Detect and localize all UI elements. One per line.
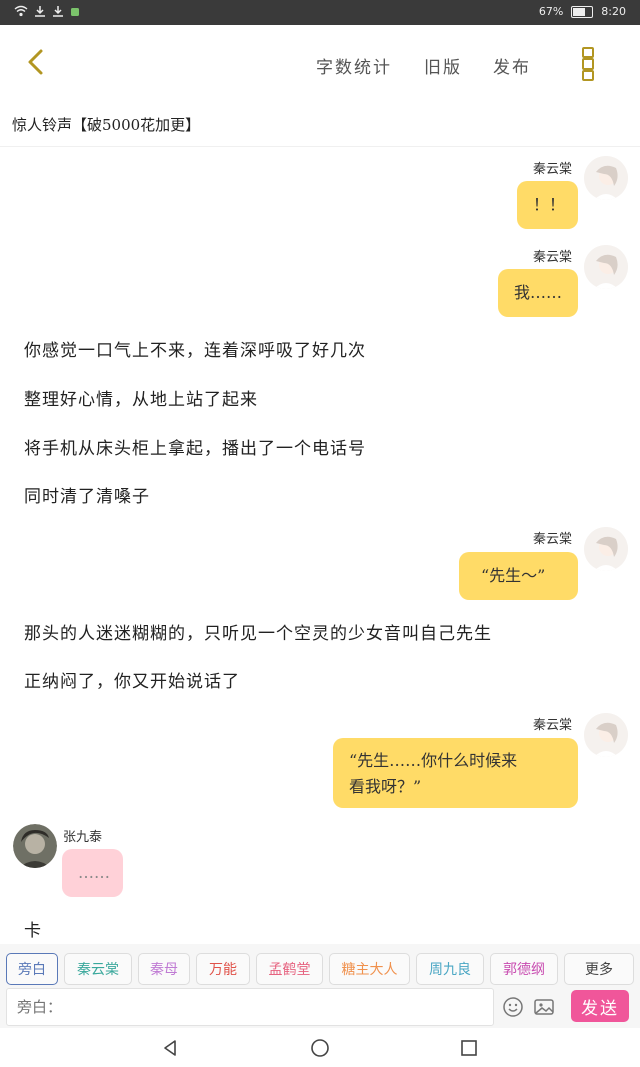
role-button[interactable]: 孟鹤堂 xyxy=(256,953,323,985)
narration-text: 整理好心情，从地上站了起来 xyxy=(24,390,258,410)
image-icon xyxy=(534,999,554,1015)
role-selector-bar: 旁白 秦云棠 秦母 万能 孟鹤堂 糖主大人 周九良 郭德纲 更多 xyxy=(0,944,640,988)
nav-home-button[interactable] xyxy=(310,1038,330,1058)
avatar[interactable] xyxy=(13,824,57,868)
role-label: 更多 xyxy=(585,962,613,978)
narration-text: 那头的人迷迷糊糊的，只听见一个空灵的少女音叫自己先生 xyxy=(24,624,492,644)
send-button[interactable]: 发送 xyxy=(571,990,629,1022)
square-recents-icon xyxy=(461,1040,477,1056)
role-label: 秦母 xyxy=(150,962,178,978)
divider xyxy=(0,146,640,147)
role-label: 周九良 xyxy=(429,962,471,978)
message-bubble[interactable]: 我…… xyxy=(498,269,578,317)
nav-back-button[interactable] xyxy=(160,1038,180,1058)
message-bubble[interactable]: “先生……你什么时候来 看我呀？” xyxy=(333,738,578,808)
message-bubble[interactable]: …… xyxy=(62,849,123,897)
more-icon-dot xyxy=(582,69,594,81)
role-label: 孟鹤堂 xyxy=(268,962,311,978)
narration-text: 同时清了清嗓子 xyxy=(24,487,150,507)
message-bubble[interactable]: ！！ xyxy=(517,181,578,229)
message-line: 看我呀？” xyxy=(349,777,422,796)
chevron-left-icon xyxy=(28,49,43,75)
speaker-name: 秦云棠 xyxy=(533,532,573,547)
clock: 8:20 xyxy=(601,5,626,18)
battery-percent: 67% xyxy=(538,5,564,18)
image-button[interactable] xyxy=(533,996,555,1018)
speaker-name: 秦云棠 xyxy=(533,718,573,733)
avatar[interactable] xyxy=(584,156,628,200)
publish-button[interactable]: 发布 xyxy=(493,53,531,78)
more-icon-dot xyxy=(582,58,594,70)
download-icon xyxy=(34,5,46,20)
role-button[interactable]: 糖主大人 xyxy=(329,953,410,985)
triangle-back-icon xyxy=(164,1040,176,1056)
more-roles-button[interactable]: 更多 xyxy=(564,953,634,985)
word-count-button[interactable]: 字数统计 xyxy=(316,53,392,78)
narration-text: 将手机从床头柜上拿起，播出了一个电话号 xyxy=(24,439,366,459)
wifi-icon xyxy=(14,5,28,20)
status-bar: 67% 8:20 xyxy=(0,0,640,25)
role-button[interactable]: 周九良 xyxy=(416,953,484,985)
emoji-icon xyxy=(503,997,523,1017)
system-nav-bar xyxy=(0,1028,640,1067)
message-bubble[interactable]: “先生～” xyxy=(459,552,578,600)
role-label: 万能 xyxy=(209,962,237,978)
message-line: “先生……你什么时候来 xyxy=(349,751,518,770)
role-label: 秦云棠 xyxy=(77,962,119,978)
circle-home-icon xyxy=(311,1039,329,1057)
top-bar: 字数统计 旧版 发布 xyxy=(0,25,640,101)
speaker-name: 秦云棠 xyxy=(533,162,573,177)
send-label: 发送 xyxy=(581,998,619,1019)
role-button[interactable]: 万能 xyxy=(196,953,250,985)
chapter-title: 惊人铃声【破5000花加更】 xyxy=(12,116,201,134)
avatar[interactable] xyxy=(584,527,628,571)
app-notification-icon xyxy=(70,5,80,20)
battery-icon xyxy=(571,5,594,18)
role-label: 糖主大人 xyxy=(341,962,398,978)
nav-recents-button[interactable] xyxy=(459,1038,479,1058)
avatar[interactable] xyxy=(584,713,628,757)
message-input[interactable] xyxy=(15,989,489,1025)
chat-area[interactable]: 秦云棠 ！！ 秦云棠 我…… 你感觉一口气上不来，连着深呼吸了好几次 整理好心情… xyxy=(0,148,640,941)
input-row: 发送 xyxy=(0,988,640,1028)
narration-text: 卡 xyxy=(24,921,42,941)
role-button[interactable]: 秦母 xyxy=(138,953,190,985)
speaker-name: 张九泰 xyxy=(63,830,103,845)
role-label: 旁白 xyxy=(18,962,46,978)
emoji-button[interactable] xyxy=(502,996,524,1018)
role-button-narrator[interactable]: 旁白 xyxy=(6,953,58,985)
more-icon xyxy=(582,47,594,59)
back-button[interactable] xyxy=(20,47,50,77)
role-button[interactable]: 秦云棠 xyxy=(64,953,132,985)
narration-text: 你感觉一口气上不来，连着深呼吸了好几次 xyxy=(24,341,366,361)
message-input-box[interactable] xyxy=(6,988,494,1026)
download-icon xyxy=(52,5,64,20)
avatar[interactable] xyxy=(584,245,628,289)
role-label: 郭德纲 xyxy=(503,962,545,978)
role-button[interactable]: 郭德纲 xyxy=(490,953,558,985)
more-menu-button[interactable] xyxy=(580,47,596,81)
old-version-button[interactable]: 旧版 xyxy=(424,53,462,78)
speaker-name: 秦云棠 xyxy=(533,250,573,265)
narration-text: 正纳闷了，你又开始说话了 xyxy=(24,672,240,692)
